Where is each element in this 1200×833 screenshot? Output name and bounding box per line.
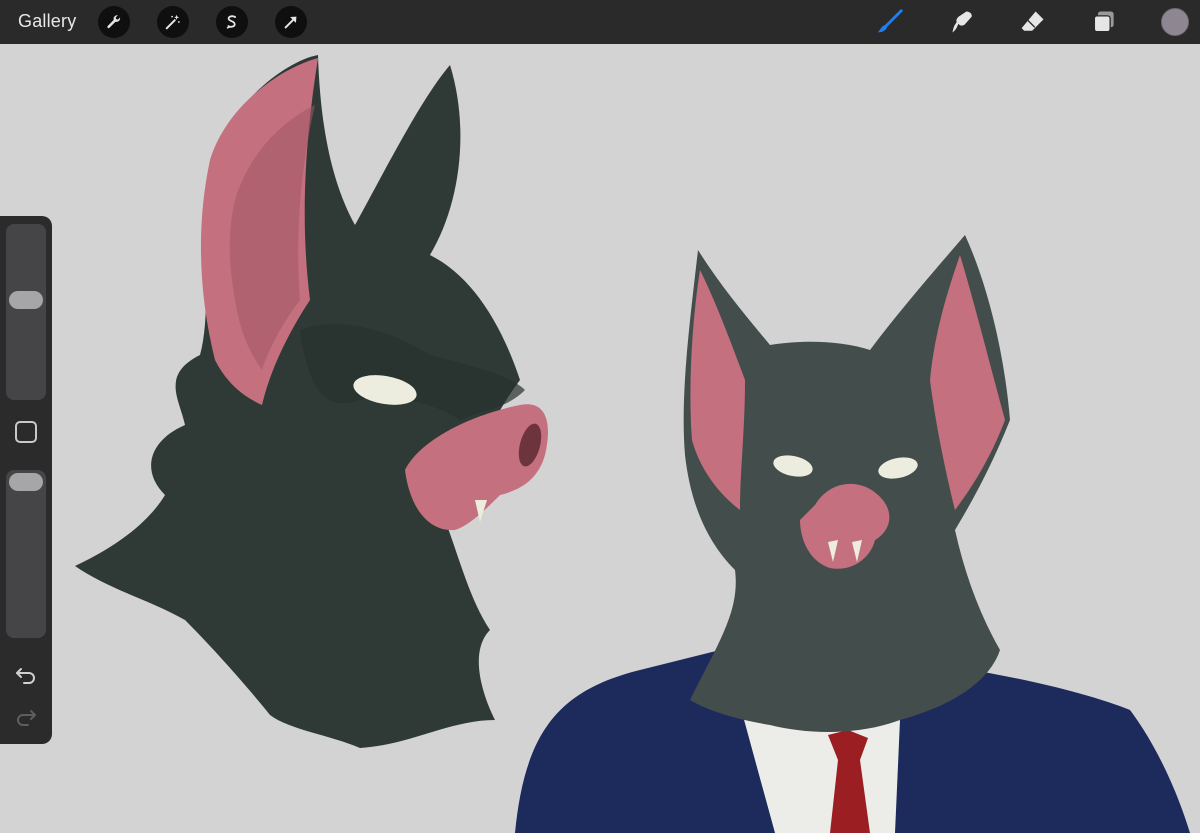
layers-icon [1093, 11, 1114, 33]
wrench-icon [107, 15, 121, 29]
selection-button[interactable] [216, 6, 248, 38]
drawing-canvas[interactable] [0, 44, 1200, 833]
bat-in-suit-drawing [515, 235, 1190, 833]
brush-tool-button[interactable] [874, 6, 906, 38]
transform-button[interactable] [275, 6, 307, 38]
brush-icon [877, 9, 903, 33]
eraser-tool-button[interactable] [1017, 6, 1049, 38]
smudge-tool-button[interactable] [946, 6, 978, 38]
magic-wand-icon [165, 14, 180, 30]
color-picker-swatch[interactable] [1161, 8, 1189, 36]
eraser-icon [1021, 11, 1044, 31]
smudge-icon [952, 11, 972, 33]
top-toolbar: Gallery [0, 0, 1200, 44]
selection-icon [226, 15, 237, 29]
adjustments-button[interactable] [157, 6, 189, 38]
transform-arrow-icon [284, 16, 297, 29]
gallery-button[interactable]: Gallery [18, 11, 76, 32]
bat-head-profile-drawing [75, 55, 548, 748]
layers-button[interactable] [1088, 6, 1120, 38]
actions-button[interactable] [98, 6, 130, 38]
